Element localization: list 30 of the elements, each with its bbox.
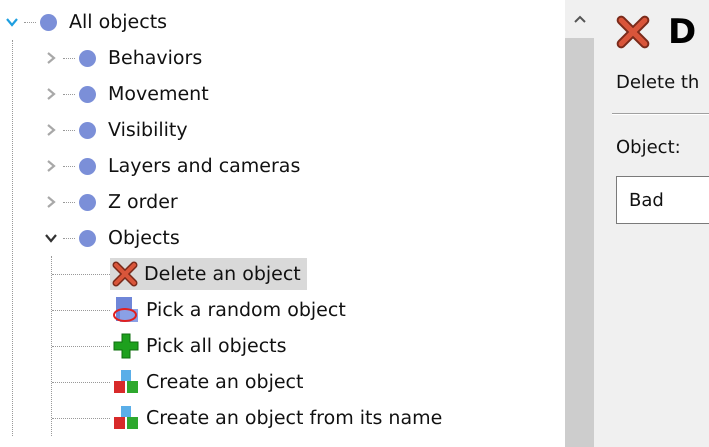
tree-item[interactable]: Visibility (108, 119, 188, 141)
dot-icon (79, 194, 96, 210)
dot-icon (79, 50, 96, 66)
tree-item[interactable]: Movement (108, 83, 209, 105)
plus-icon (112, 332, 140, 360)
cubes-icon (112, 368, 140, 396)
tree-item[interactable]: Delete an object (110, 258, 307, 290)
tree-item[interactable]: Pick a random object (110, 294, 352, 326)
panel-description: Delete th (616, 72, 700, 93)
tree-item[interactable]: Layers and cameras (108, 155, 300, 177)
tree-item[interactable]: All objects (69, 11, 168, 33)
cross-icon (616, 15, 650, 49)
cross-icon (112, 261, 138, 287)
field-label: Object: (616, 137, 682, 158)
panel-title: D (668, 12, 696, 52)
shape-icon (112, 296, 140, 324)
tree-item[interactable]: Z order (108, 191, 178, 213)
dot-icon (79, 86, 96, 102)
dot-icon (79, 122, 96, 138)
caret-up-icon (574, 15, 586, 23)
dot-icon (79, 158, 96, 174)
tree-item[interactable]: Behaviors (108, 47, 202, 69)
tree-item[interactable]: Create an object (110, 366, 310, 398)
tree-item[interactable]: Create an object from its name (110, 402, 448, 434)
tree-item[interactable]: Pick all objects (110, 330, 292, 362)
object-field[interactable]: Bad (616, 176, 709, 224)
tree-item[interactable]: Objects (108, 227, 180, 249)
cubes-icon (112, 404, 140, 432)
dot-icon (79, 230, 96, 246)
dot-icon (40, 14, 57, 30)
